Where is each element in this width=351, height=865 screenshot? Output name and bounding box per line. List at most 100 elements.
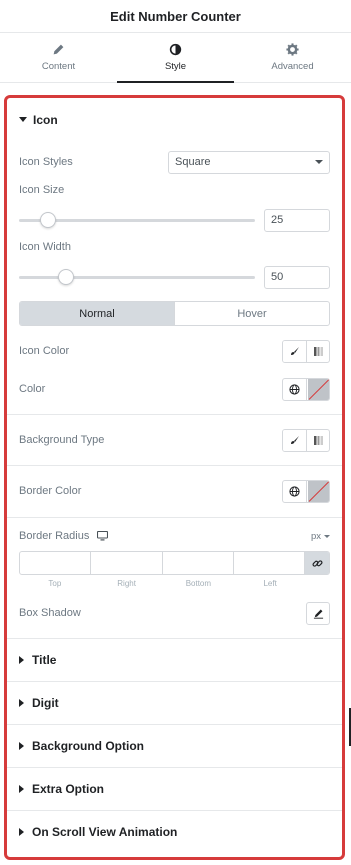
dropdown-arrow-icon bbox=[315, 160, 323, 164]
global-colors-button[interactable] bbox=[283, 379, 306, 400]
color-label: Color bbox=[19, 383, 46, 395]
border-color-control: Border Color bbox=[19, 479, 330, 503]
radius-right-label: Right bbox=[117, 579, 136, 588]
icon-width-input[interactable]: 50 bbox=[264, 265, 330, 289]
collapsed-sections: Title Digit Background Option Extra Opti… bbox=[7, 638, 342, 853]
edit-box-shadow-button[interactable] bbox=[306, 601, 330, 625]
tab-advanced-label: Advanced bbox=[271, 61, 314, 72]
gradient-icon bbox=[313, 435, 323, 445]
tab-style-label: Style bbox=[164, 61, 187, 72]
border-color-label: Border Color bbox=[19, 485, 82, 497]
tab-bar: Content Style Advanced bbox=[0, 33, 351, 83]
style-panel: Icon Icon Styles Square Icon Size 25 Ico… bbox=[4, 95, 345, 860]
tab-content-label: Content bbox=[41, 61, 76, 72]
panel-title: Edit Number Counter bbox=[110, 8, 241, 24]
empty-color-swatch bbox=[307, 480, 329, 502]
icon-width-slider[interactable] bbox=[19, 267, 255, 287]
border-radius-field-labels: Top Right Bottom Left bbox=[19, 579, 306, 588]
link-values-button[interactable] bbox=[305, 552, 329, 574]
slider-track bbox=[19, 276, 255, 279]
unit-value: px bbox=[310, 530, 321, 542]
classic-brush-button[interactable] bbox=[283, 429, 306, 451]
box-shadow-control: Box Shadow bbox=[19, 601, 330, 625]
section-icon-header[interactable]: Icon bbox=[7, 98, 342, 141]
pencil-edit-icon bbox=[313, 609, 323, 619]
border-color-picker-group bbox=[282, 479, 330, 503]
background-type-label: Background Type bbox=[19, 434, 105, 446]
section-scroll-animation-header[interactable]: On Scroll View Animation bbox=[7, 810, 342, 853]
border-radius-inputs bbox=[19, 551, 330, 575]
section-title-label: Title bbox=[32, 653, 57, 667]
link-icon bbox=[311, 559, 323, 567]
panel-header: Edit Number Counter bbox=[0, 0, 351, 33]
radius-left-input[interactable] bbox=[234, 552, 305, 574]
tab-hover[interactable]: Hover bbox=[175, 302, 329, 325]
radius-bottom-input[interactable] bbox=[163, 552, 234, 574]
radius-bottom-label: Bottom bbox=[185, 579, 212, 588]
divider bbox=[7, 465, 342, 466]
caret-right-icon bbox=[19, 785, 24, 793]
radius-top-label: Top bbox=[48, 579, 62, 588]
radius-top-input[interactable] bbox=[20, 552, 92, 574]
unit-selector[interactable]: px bbox=[311, 531, 330, 542]
box-shadow-label: Box Shadow bbox=[19, 607, 81, 619]
icon-styles-control: Icon Styles Square bbox=[19, 150, 330, 174]
background-type-control: Background Type bbox=[19, 428, 330, 452]
tab-advanced[interactable]: Advanced bbox=[234, 33, 351, 82]
globe-icon bbox=[289, 383, 300, 395]
pencil-icon bbox=[53, 44, 64, 55]
icon-color-label: Icon Color bbox=[19, 345, 70, 357]
icon-color-control: Icon Color bbox=[19, 339, 330, 363]
half-circle-icon bbox=[169, 43, 182, 56]
global-colors-button[interactable] bbox=[283, 481, 306, 502]
tab-style[interactable]: Style bbox=[117, 33, 234, 83]
empty-color-swatch bbox=[307, 378, 329, 400]
chevron-down-icon bbox=[324, 534, 330, 538]
brush-icon bbox=[290, 436, 299, 444]
state-toggle: Normal Hover bbox=[19, 301, 330, 326]
tab-content[interactable]: Content bbox=[0, 33, 117, 82]
icon-styles-select[interactable]: Square bbox=[168, 150, 330, 174]
color-control: Color bbox=[19, 377, 330, 401]
icon-size-control: 25 bbox=[19, 208, 330, 232]
caret-right-icon bbox=[19, 656, 24, 664]
icon-size-label-row: Icon Size bbox=[19, 183, 330, 197]
background-type-group bbox=[282, 428, 330, 452]
color-swatch-button[interactable] bbox=[306, 378, 329, 400]
icon-size-value: 25 bbox=[271, 214, 284, 226]
caret-right-icon bbox=[19, 742, 24, 750]
section-background-option-label: Background Option bbox=[32, 739, 144, 753]
icon-styles-label: Icon Styles bbox=[19, 156, 73, 168]
tab-normal[interactable]: Normal bbox=[20, 302, 175, 325]
icon-width-control: 50 bbox=[19, 265, 330, 289]
color-swatch-button[interactable] bbox=[306, 480, 329, 502]
gradient-icon bbox=[313, 346, 323, 356]
icon-width-label: Icon Width bbox=[19, 241, 71, 253]
section-title-header[interactable]: Title bbox=[7, 638, 342, 681]
radius-left-label: Left bbox=[263, 579, 277, 588]
gradient-button[interactable] bbox=[306, 429, 329, 451]
caret-right-icon bbox=[19, 828, 24, 836]
caret-down-icon bbox=[19, 117, 27, 122]
section-digit-header[interactable]: Digit bbox=[7, 681, 342, 724]
caret-right-icon bbox=[19, 699, 24, 707]
desktop-icon[interactable] bbox=[97, 531, 109, 541]
classic-brush-button[interactable] bbox=[283, 340, 306, 362]
icon-width-value: 50 bbox=[271, 271, 284, 283]
slider-handle[interactable] bbox=[58, 269, 74, 285]
border-radius-label: Border Radius bbox=[19, 530, 90, 542]
icon-size-input[interactable]: 25 bbox=[264, 208, 330, 232]
radius-right-input[interactable] bbox=[91, 552, 163, 574]
color-picker-group bbox=[282, 377, 330, 401]
icon-color-type-group bbox=[282, 339, 330, 363]
section-extra-option-label: Extra Option bbox=[32, 782, 105, 796]
divider bbox=[7, 414, 342, 415]
brush-icon bbox=[290, 347, 299, 355]
gradient-button[interactable] bbox=[306, 340, 329, 362]
globe-icon bbox=[289, 485, 300, 497]
icon-size-label: Icon Size bbox=[19, 184, 65, 196]
icon-size-slider[interactable] bbox=[19, 210, 255, 230]
section-background-option-header[interactable]: Background Option bbox=[7, 724, 342, 767]
section-extra-option-header[interactable]: Extra Option bbox=[7, 767, 342, 810]
slider-handle[interactable] bbox=[40, 212, 56, 228]
